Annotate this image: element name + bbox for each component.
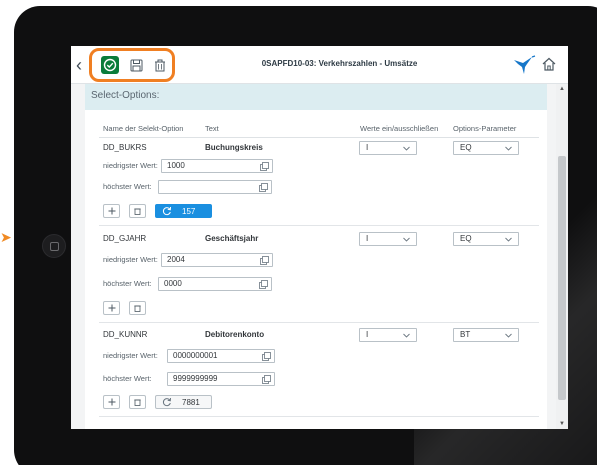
chevron-down-icon xyxy=(505,333,512,338)
high-value-input[interactable]: 0000 xyxy=(158,277,272,291)
plus-icon xyxy=(108,398,115,406)
delete-button[interactable] xyxy=(151,56,169,74)
select-option-name: DD_GJAHR xyxy=(103,234,147,243)
refresh-count-button[interactable]: 7881 xyxy=(155,395,212,409)
high-value-label: höchster Wert: xyxy=(103,279,152,288)
value-help-icon[interactable] xyxy=(260,256,269,265)
scroll-up-icon[interactable]: ▲ xyxy=(559,86,565,92)
select-option-name: DD_BUKRS xyxy=(103,143,147,152)
shell-bar: ‹ 0SAPFD10-03: Verkehrszahlen - Umsätze xyxy=(71,46,568,84)
tablet-home-button[interactable] xyxy=(42,234,66,258)
select-option-text: Buchungskreis xyxy=(205,143,263,152)
column-header-include: Werte ein/ausschließen xyxy=(360,124,439,133)
include-select[interactable]: I xyxy=(359,141,417,155)
save-button[interactable] xyxy=(127,56,145,74)
low-value-label: niedrigster Wert: xyxy=(103,255,158,264)
chevron-down-icon xyxy=(403,237,410,242)
high-value-label: höchster Wert: xyxy=(103,182,152,191)
low-value: 0000000001 xyxy=(173,351,218,360)
column-header-name: Name der Selekt-Option xyxy=(103,124,184,133)
trash-icon xyxy=(134,399,141,406)
include-value: I xyxy=(366,234,369,243)
include-value: I xyxy=(366,330,369,339)
include-select[interactable]: I xyxy=(359,328,417,342)
hummingbird-logo xyxy=(514,55,536,74)
floppy-disk-icon xyxy=(130,59,142,71)
delete-row-button[interactable] xyxy=(129,301,146,315)
add-row-button[interactable] xyxy=(103,395,120,409)
app-screen: ‹ 0SAPFD10-03: Verkehrszahlen - Umsätze … xyxy=(71,46,568,429)
option-value: EQ xyxy=(460,143,472,152)
plus-icon xyxy=(108,304,115,312)
section-header: Select-Options: xyxy=(85,84,547,110)
row-divider xyxy=(99,225,539,226)
refresh-icon xyxy=(162,206,171,216)
delete-row-button[interactable] xyxy=(129,204,146,218)
column-header-text: Text xyxy=(205,124,219,133)
value-help-icon[interactable] xyxy=(259,280,268,289)
scrollbar-thumb[interactable] xyxy=(558,156,566,400)
content-area: Select-Options: Name der Selekt-Option T… xyxy=(71,84,556,429)
delete-row-button[interactable] xyxy=(129,395,146,409)
low-value-label: niedrigster Wert: xyxy=(103,161,158,170)
execute-button[interactable] xyxy=(101,56,119,74)
high-value: 0000 xyxy=(164,279,182,288)
trash-icon xyxy=(155,59,165,71)
plus-icon xyxy=(108,207,115,215)
high-value-input[interactable]: 9999999999 xyxy=(167,372,275,386)
chevron-down-icon xyxy=(403,333,410,338)
include-value: I xyxy=(366,143,369,152)
option-value: BT xyxy=(460,330,471,339)
chevron-down-icon xyxy=(505,146,512,151)
high-value-input[interactable] xyxy=(158,180,272,194)
header-divider xyxy=(99,137,539,138)
value-help-icon[interactable] xyxy=(260,162,269,171)
page-title: 0SAPFD10-03: Verkehrszahlen - Umsätze xyxy=(261,59,418,68)
refresh-icon xyxy=(162,397,171,407)
chevron-down-icon xyxy=(403,146,410,151)
value-help-icon[interactable] xyxy=(262,352,271,361)
option-value: EQ xyxy=(460,234,472,243)
high-value-label: höchster Wert: xyxy=(103,374,152,383)
home-button-square-icon xyxy=(50,242,59,251)
high-value: 9999999999 xyxy=(173,374,218,383)
refresh-count-button[interactable]: 157 xyxy=(155,204,212,218)
include-select[interactable]: I xyxy=(359,232,417,246)
count-value: 157 xyxy=(182,206,196,216)
vertical-scrollbar[interactable]: ▲ ▼ xyxy=(556,84,568,429)
trash-icon xyxy=(134,305,141,312)
home-icon[interactable] xyxy=(541,56,557,72)
select-option-name: DD_KUNNR xyxy=(103,330,148,339)
column-header-option: Options-Parameter xyxy=(453,124,517,133)
low-value-input[interactable]: 2004 xyxy=(161,253,273,267)
low-value-input[interactable]: 1000 xyxy=(161,159,273,173)
low-value: 2004 xyxy=(167,255,185,264)
option-select[interactable]: EQ xyxy=(453,232,519,246)
low-value-input[interactable]: 0000000001 xyxy=(167,349,275,363)
row-divider xyxy=(99,322,539,323)
select-option-text: Debitorenkonto xyxy=(205,330,265,339)
scroll-down-icon[interactable]: ▼ xyxy=(559,421,565,427)
trash-icon xyxy=(134,208,141,215)
add-row-button[interactable] xyxy=(103,301,120,315)
chevron-down-icon xyxy=(505,237,512,242)
select-option-text: Geschäftsjahr xyxy=(205,234,259,243)
value-help-icon[interactable] xyxy=(262,375,271,384)
orange-arrow-indicator-icon: ➤ xyxy=(0,229,12,245)
select-options-panel: Name der Selekt-Option Text Werte ein/au… xyxy=(85,110,547,429)
low-value-label: niedrigster Wert: xyxy=(103,351,158,360)
low-value: 1000 xyxy=(167,161,185,170)
add-row-button[interactable] xyxy=(103,204,120,218)
option-select[interactable]: BT xyxy=(453,328,519,342)
section-title: Select-Options: xyxy=(91,90,160,101)
value-help-icon[interactable] xyxy=(259,183,268,192)
count-value: 7881 xyxy=(182,397,200,407)
row-divider xyxy=(99,416,539,417)
option-select[interactable]: EQ xyxy=(453,141,519,155)
check-circle-icon xyxy=(101,56,119,74)
